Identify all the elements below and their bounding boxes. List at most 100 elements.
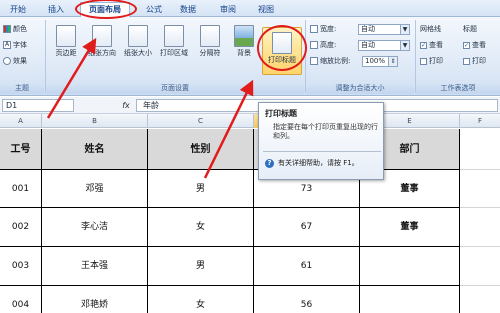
table-cell-name[interactable]: 王本强	[42, 247, 148, 286]
name-box[interactable]: D1	[2, 99, 74, 112]
headings-heading: 标题	[463, 25, 477, 33]
orientation-label: 纸张方向	[88, 49, 116, 57]
tab-review[interactable]: 审阅	[216, 3, 240, 17]
width-label: 宽度:	[320, 25, 337, 33]
headings-view-label: 查看	[472, 41, 486, 49]
breaks-button[interactable]: 分隔符	[194, 25, 226, 58]
theme-colors-label: 颜色	[13, 25, 27, 33]
empty-cell[interactable]	[460, 247, 500, 286]
scale-label-row: 缩放比例:	[310, 55, 350, 67]
table-cell-age[interactable]: 56	[254, 286, 360, 313]
tab-formulas[interactable]: 公式	[142, 3, 166, 17]
print-area-label: 打印区域	[160, 49, 188, 57]
headings-print-checkbox[interactable]	[463, 57, 470, 65]
theme-effects-button[interactable]: 效果	[3, 55, 27, 67]
fx-icon[interactable]: fx	[118, 99, 134, 112]
group-label-sheet-options: 工作表选项	[416, 83, 500, 94]
width-label-row: 宽度:	[310, 23, 336, 35]
tab-insert[interactable]: 插入	[44, 3, 68, 17]
group-label-scale-to-fit: 调整为合适大小	[306, 83, 414, 94]
table-cell-gender[interactable]: 女	[148, 208, 254, 247]
headings-print-label: 打印	[472, 57, 486, 65]
width-value: 自动	[361, 25, 375, 33]
tooltip-body: 指定要在每个打印页重复出现的行和列。	[273, 123, 378, 140]
table-cell-employee-id[interactable]: 001	[0, 170, 42, 208]
headings-print-option[interactable]: 打印	[463, 55, 486, 67]
headings-view-option[interactable]: ✓ 查看	[463, 39, 486, 51]
table-cell-employee-id[interactable]: 002	[0, 208, 42, 247]
table-cell-department[interactable]	[360, 247, 460, 286]
table-cell-name[interactable]: 邓艳娇	[42, 286, 148, 313]
chevron-down-icon: ▼	[400, 25, 409, 34]
group-label-page-setup: 页面设置	[46, 83, 304, 94]
header-cell-gender[interactable]: 性别	[148, 129, 254, 170]
theme-colors-button[interactable]: 颜色	[3, 23, 27, 35]
table-cell-name[interactable]: 李心洁	[42, 208, 148, 247]
empty-cell[interactable]	[460, 170, 500, 208]
gridlines-print-option[interactable]: 打印	[420, 55, 443, 67]
gridlines-print-label: 打印	[429, 57, 443, 65]
table-cell-gender[interactable]: 男	[148, 170, 254, 208]
breaks-label: 分隔符	[199, 49, 221, 57]
theme-fonts-button[interactable]: A 字体	[3, 39, 27, 51]
tab-data[interactable]: 数据	[176, 3, 200, 17]
table-cell-employee-id[interactable]: 003	[0, 247, 42, 286]
table-cell-name[interactable]: 邓强	[42, 170, 148, 208]
gridlines-view-checkbox[interactable]: ✓	[420, 41, 427, 49]
column-header-b[interactable]: B	[42, 114, 148, 128]
scale-value: 100%	[365, 57, 386, 65]
formula-bar: D1 fx 年龄	[0, 97, 500, 114]
margins-label: 页边距	[55, 49, 77, 57]
height-label: 高度:	[320, 41, 337, 49]
print-area-button[interactable]: 打印区域	[158, 25, 190, 58]
empty-cell[interactable]	[460, 286, 500, 313]
empty-cell[interactable]	[460, 208, 500, 247]
gridlines-print-checkbox[interactable]	[420, 57, 427, 65]
width-dropdown[interactable]: 自动 ▼	[358, 24, 410, 35]
theme-fonts-icon: A	[3, 41, 11, 49]
header-cell-name[interactable]: 姓名	[42, 129, 148, 170]
scale-icon	[310, 57, 318, 65]
theme-fonts-label: 字体	[13, 41, 27, 49]
tab-view[interactable]: 视图	[254, 3, 278, 17]
gridlines-view-label: 查看	[429, 41, 443, 49]
background-button[interactable]: 背景	[228, 25, 260, 58]
help-icon: ?	[265, 158, 274, 168]
size-button[interactable]: 纸张大小	[122, 25, 154, 58]
group-label-theme: 主题	[0, 83, 44, 94]
gridlines-heading: 网格线	[420, 25, 441, 33]
header-cell-employee-id[interactable]: 工号	[0, 129, 42, 170]
headings-view-checkbox[interactable]: ✓	[463, 41, 470, 49]
column-header-a[interactable]: A	[0, 114, 42, 128]
theme-effects-label: 效果	[13, 57, 27, 65]
spinner-arrows-icon[interactable]: ⇕	[388, 57, 397, 66]
table-cell-gender[interactable]: 女	[148, 286, 254, 313]
theme-effects-icon	[3, 57, 11, 65]
tooltip-help: ? 有关详细帮助，请按 F1。	[265, 158, 359, 168]
tooltip-divider	[263, 151, 381, 152]
orientation-button[interactable]: 纸张方向	[86, 25, 118, 58]
tab-home[interactable]: 开始	[6, 3, 30, 17]
scale-label: 缩放比例:	[320, 57, 351, 65]
table-cell-age[interactable]: 67	[254, 208, 360, 247]
table-cell-department[interactable]: 董事	[360, 208, 460, 247]
orientation-icon	[92, 25, 112, 47]
ribbon-page-layout: 颜色 A 字体 效果 主题 页边距 纸张方向 纸张大小 打印区域 分隔符 背景 …	[0, 17, 500, 96]
table-cell-age[interactable]: 61	[254, 247, 360, 286]
print-titles-tooltip: 打印标题 指定要在每个打印页重复出现的行和列。 ? 有关详细帮助，请按 F1。	[258, 102, 384, 180]
print-area-icon	[164, 25, 184, 47]
background-label: 背景	[237, 49, 251, 57]
height-icon	[310, 41, 318, 49]
margins-button[interactable]: 页边距	[50, 25, 82, 58]
table-cell-department[interactable]	[360, 286, 460, 313]
gridlines-view-option[interactable]: ✓ 查看	[420, 39, 443, 51]
column-header-c[interactable]: C	[148, 114, 254, 128]
column-header-f[interactable]: F	[460, 114, 500, 128]
table-cell-employee-id[interactable]: 004	[0, 286, 42, 313]
empty-cell[interactable]	[460, 129, 500, 170]
height-value: 自动	[361, 41, 375, 49]
table-cell-gender[interactable]: 男	[148, 247, 254, 286]
chevron-down-icon: ▼	[400, 41, 409, 50]
scale-spinner[interactable]: 100% ⇕	[362, 56, 398, 67]
height-dropdown[interactable]: 自动 ▼	[358, 40, 410, 51]
